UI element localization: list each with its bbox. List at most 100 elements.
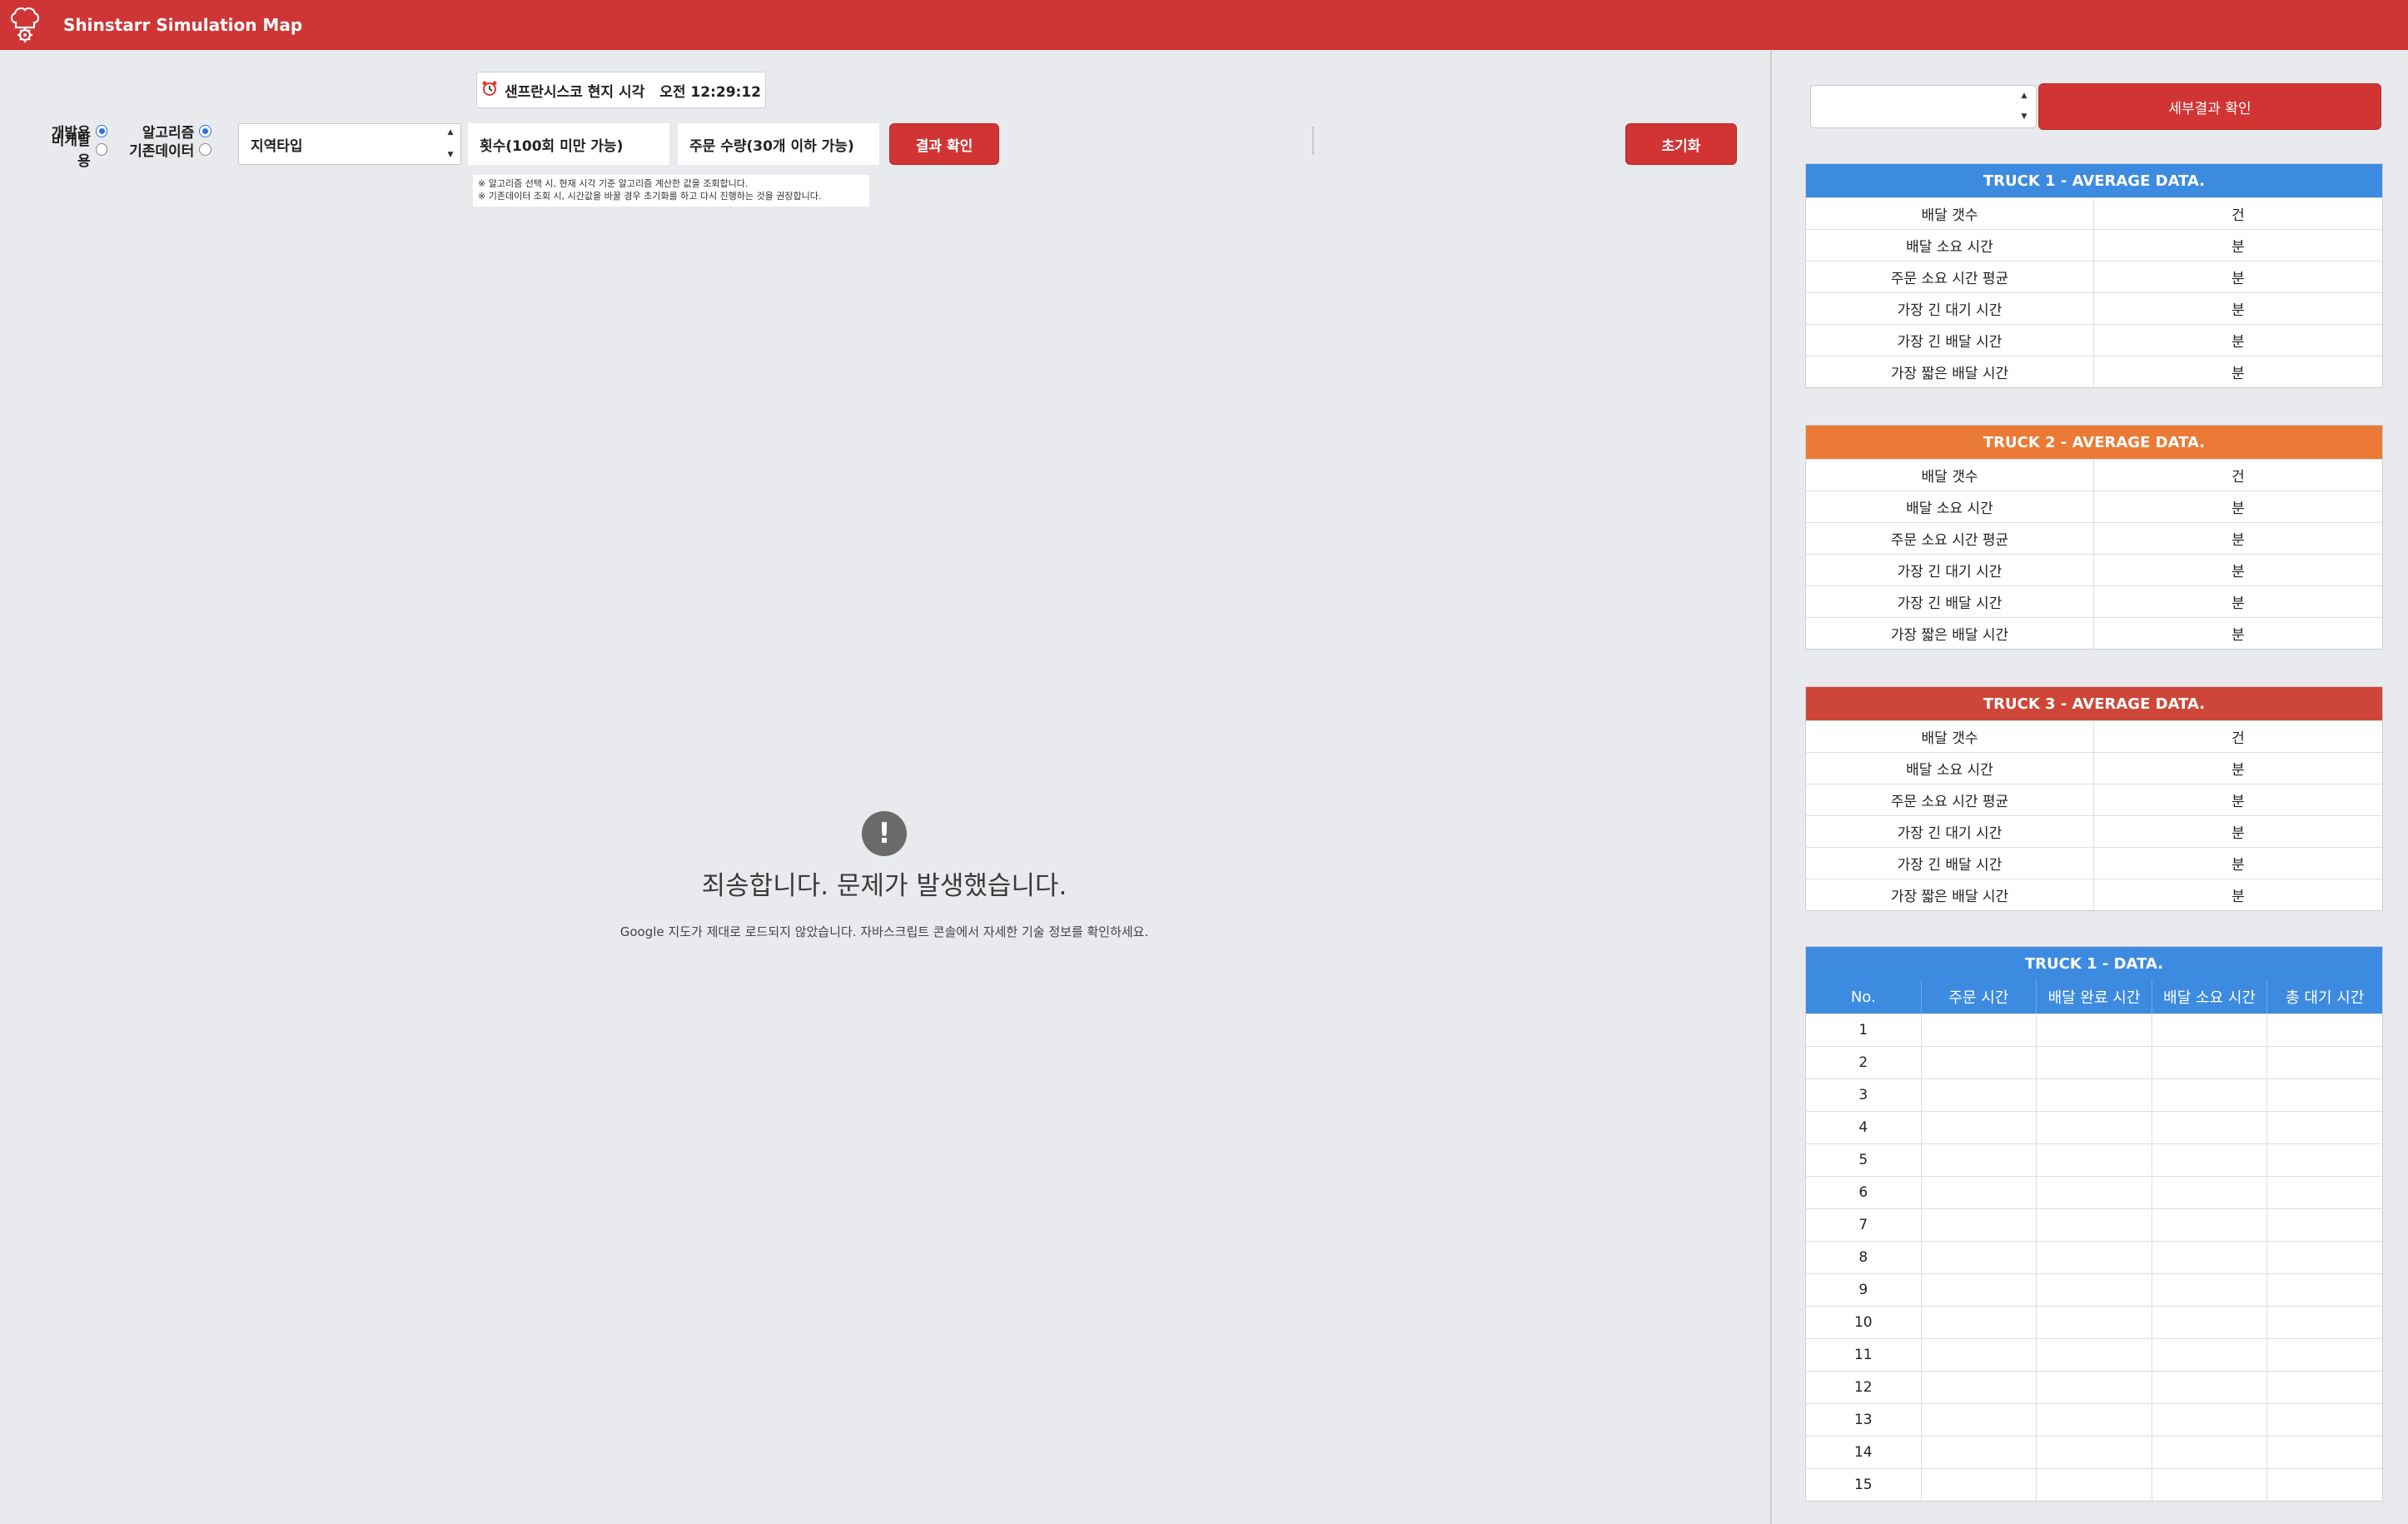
table-cell bbox=[1922, 1404, 2037, 1436]
row-number: 10 bbox=[1806, 1307, 1922, 1338]
table-cell bbox=[2037, 1177, 2152, 1208]
table-cell bbox=[1922, 1209, 2037, 1241]
table-cell bbox=[1922, 1177, 2037, 1208]
reset-button[interactable]: 초기화 bbox=[1625, 123, 1737, 165]
region-type-select[interactable]: 지역타입 ▲ ▼ bbox=[238, 123, 461, 165]
table-cell bbox=[2152, 1437, 2268, 1468]
row-number: 11 bbox=[1806, 1339, 1922, 1371]
table-cell bbox=[2037, 1274, 2152, 1306]
toolbar-divider bbox=[1312, 127, 1314, 155]
table-row: 3 bbox=[1806, 1078, 2382, 1111]
average-row: 배달 갯수 건 bbox=[1806, 720, 2382, 752]
average-row-unit: 분 bbox=[2231, 302, 2245, 319]
table-cell bbox=[2267, 1469, 2382, 1501]
detail-select[interactable]: ▲ ▼ bbox=[1810, 85, 2037, 128]
table-cell bbox=[2152, 1469, 2268, 1501]
table-cell bbox=[2037, 1469, 2152, 1501]
order-quantity-placeholder: 주문 수량(30개 이하 가능) bbox=[689, 137, 854, 155]
mode-radio-group: 개발용 알고리즘 비개발용 기존데이터 bbox=[40, 122, 220, 170]
average-row-unit: 분 bbox=[2231, 627, 2245, 644]
average-row: 주문 소요 시간 평균 분 bbox=[1806, 522, 2382, 554]
local-time-display: 샌프란시스코 현지 시각 오전 12:29:12 bbox=[476, 72, 766, 108]
table-cell bbox=[1922, 1144, 2037, 1176]
row-number: 12 bbox=[1806, 1372, 1922, 1403]
table-row: 9 bbox=[1806, 1273, 2382, 1306]
average-row: 가장 긴 대기 시간 분 bbox=[1806, 292, 2382, 324]
nondev-radio[interactable] bbox=[95, 142, 108, 156]
table-cell bbox=[2152, 1404, 2268, 1436]
table-cell bbox=[2152, 1112, 2268, 1143]
table-cell bbox=[2152, 1307, 2268, 1338]
average-row: 배달 소요 시간 분 bbox=[1806, 752, 2382, 784]
table-cell bbox=[1922, 1112, 2037, 1143]
table-cell bbox=[1922, 1339, 2037, 1371]
table-cell bbox=[2037, 1144, 2152, 1176]
table-cell bbox=[2037, 1437, 2152, 1468]
table-cell bbox=[2267, 1307, 2382, 1338]
average-row: 가장 짧은 배달 시간 분 bbox=[1806, 356, 2382, 387]
clock-label: 샌프란시스코 현지 시각 bbox=[504, 83, 645, 101]
average-row-unit: 건 bbox=[2231, 207, 2245, 224]
row-number: 3 bbox=[1806, 1079, 1922, 1111]
row-number: 9 bbox=[1806, 1274, 1922, 1306]
average-row-unit: 분 bbox=[2231, 239, 2245, 256]
table-cell bbox=[2037, 1242, 2152, 1273]
average-row-unit: 분 bbox=[2231, 366, 2245, 382]
average-row-label: 배달 소요 시간 bbox=[1806, 230, 2094, 261]
average-row-unit: 분 bbox=[2231, 889, 2245, 905]
table-cell bbox=[2037, 1047, 2152, 1078]
exclamation-icon: ! bbox=[862, 811, 907, 856]
average-row: 배달 소요 시간 분 bbox=[1806, 491, 2382, 522]
row-number: 14 bbox=[1806, 1437, 1922, 1468]
table-cell bbox=[2037, 1372, 2152, 1403]
order-quantity-input[interactable]: 주문 수량(30개 이하 가능) bbox=[678, 123, 879, 165]
table-cell bbox=[2267, 1437, 2382, 1468]
average-row-unit: 분 bbox=[2231, 595, 2245, 612]
truck1-data-table: TRUCK 1 - DATA. No. 주문 시간 배달 완료 시간 배달 소요 시간… bbox=[1805, 946, 2383, 1502]
average-row: 가장 긴 대기 시간 분 bbox=[1806, 554, 2382, 585]
average-row: 배달 갯수 건 bbox=[1806, 197, 2382, 229]
table-row: 4 bbox=[1806, 1111, 2382, 1143]
count-input[interactable]: 횟수(100회 미만 가능) bbox=[468, 123, 669, 165]
average-row: 배달 갯수 건 bbox=[1806, 459, 2382, 491]
truck1-average-table: TRUCK 1 - AVERAGE DATA. 배달 갯수 건 배달 소요 시간 분 주문… bbox=[1805, 163, 2383, 388]
result-check-button[interactable]: 결과 확인 bbox=[889, 123, 999, 165]
count-input-placeholder: 횟수(100회 미만 가능) bbox=[480, 137, 624, 155]
detail-result-button[interactable]: 세부결과 확인 bbox=[2038, 83, 2381, 130]
row-number: 2 bbox=[1806, 1047, 1922, 1078]
average-row: 주문 소요 시간 평균 분 bbox=[1806, 784, 2382, 815]
table-row: 12 bbox=[1806, 1371, 2382, 1403]
existing-data-radio[interactable] bbox=[199, 142, 211, 156]
table-cell bbox=[2267, 1209, 2382, 1241]
table-cell bbox=[2037, 1307, 2152, 1338]
table-cell bbox=[2037, 1112, 2152, 1143]
table-row: 5 bbox=[1806, 1143, 2382, 1176]
algo-radio[interactable] bbox=[199, 124, 211, 137]
truck3-average-table: TRUCK 3 - AVERAGE DATA. 배달 갯수 건 배달 소요 시간 분 주문… bbox=[1805, 686, 2383, 911]
average-row: 가장 긴 대기 시간 분 bbox=[1806, 815, 2382, 847]
average-row-unit: 분 bbox=[2231, 825, 2245, 842]
table-cell bbox=[2267, 1014, 2382, 1046]
table-cell bbox=[1922, 1437, 2037, 1468]
average-row: 가장 긴 배달 시간 분 bbox=[1806, 847, 2382, 879]
table-cell bbox=[2152, 1209, 2268, 1241]
average-row-unit: 분 bbox=[2231, 857, 2245, 874]
average-row-label: 가장 긴 대기 시간 bbox=[1806, 816, 2094, 847]
table-cell bbox=[1922, 1242, 2037, 1273]
map-panel: 샌프란시스코 현지 시각 오전 12:29:12 개발용 알고리즘 비개발용 기… bbox=[0, 50, 1770, 1524]
column-header: 총 대기 시간 bbox=[2286, 989, 2365, 1007]
app-title: Shinstarr Simulation Map bbox=[63, 15, 303, 35]
average-row-unit: 건 bbox=[2231, 469, 2245, 486]
table-cell bbox=[2267, 1079, 2382, 1111]
dev-radio[interactable] bbox=[95, 124, 108, 137]
table-cell bbox=[1922, 1307, 2037, 1338]
table-cell bbox=[2037, 1209, 2152, 1241]
row-number: 8 bbox=[1806, 1242, 1922, 1273]
table-cell bbox=[1922, 1274, 2037, 1306]
table-cell bbox=[2267, 1047, 2382, 1078]
table-cell bbox=[2267, 1242, 2382, 1273]
average-row-label: 가장 긴 대기 시간 bbox=[1806, 555, 2094, 585]
region-type-value: 지역타입 bbox=[251, 137, 303, 155]
average-row-label: 가장 짧은 배달 시간 bbox=[1806, 618, 2094, 649]
table-cell bbox=[2152, 1079, 2268, 1111]
